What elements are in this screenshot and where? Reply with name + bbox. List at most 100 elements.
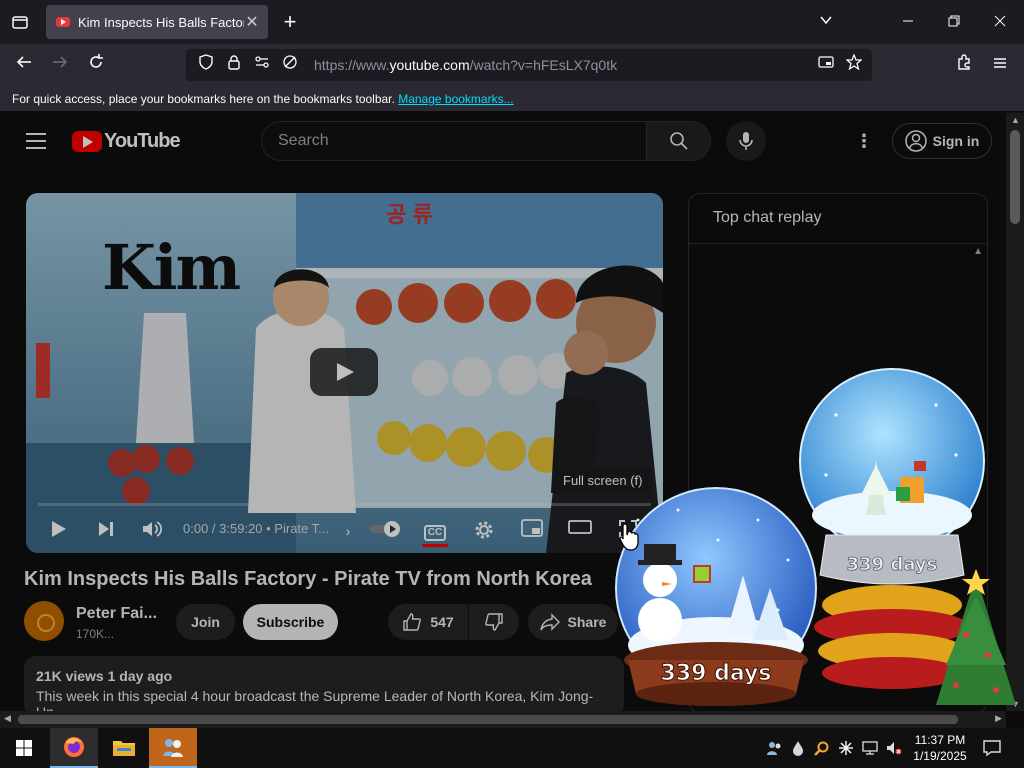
minimize-icon — [903, 20, 913, 22]
list-all-tabs-button[interactable] — [806, 6, 846, 38]
extensions-button[interactable] — [949, 50, 979, 80]
share-arrow-icon — [539, 613, 560, 631]
system-clock[interactable]: 11:37 PM 1/19/2025 — [908, 732, 972, 764]
manage-bookmarks-link[interactable]: Manage bookmarks... — [398, 92, 513, 106]
miniplayer-button[interactable] — [520, 519, 544, 543]
scroll-left-arrow-icon[interactable]: ◀ — [4, 713, 11, 724]
nav-bar: https://www.youtube.com/watch?v=hFEsLX7q… — [0, 44, 1024, 86]
channel-avatar[interactable] — [24, 601, 64, 641]
theater-mode-button[interactable] — [568, 519, 592, 543]
forward-button[interactable] — [45, 50, 75, 80]
subtitles-button[interactable]: CC — [422, 519, 448, 547]
progress-bar[interactable] — [38, 503, 651, 506]
permissions-icon[interactable] — [250, 53, 274, 77]
share-button[interactable]: Share — [528, 604, 618, 640]
app-menu-button[interactable] — [985, 50, 1015, 80]
taskbar-app[interactable] — [149, 728, 197, 768]
search-icon — [669, 132, 688, 150]
tray-network-icon[interactable] — [862, 740, 878, 756]
mute-button[interactable] — [140, 519, 164, 543]
video-overlay-title: Kim — [102, 231, 241, 304]
join-button[interactable]: Join — [176, 604, 235, 640]
settings-button[interactable] — [472, 519, 496, 543]
search-input[interactable] — [262, 122, 647, 160]
back-arrow-icon — [16, 56, 31, 68]
like-button[interactable]: 547 — [388, 604, 468, 640]
bookmarks-toolbar: For quick access, place your bookmarks h… — [0, 86, 1024, 112]
horizontal-scroll-thumb[interactable] — [18, 715, 958, 724]
tray-volume-muted-icon[interactable] — [886, 740, 902, 756]
forward-arrow-icon — [53, 56, 68, 68]
tray-people-icon[interactable] — [766, 740, 782, 756]
channel-name[interactable]: Peter Fai... — [76, 605, 157, 623]
tab-close-icon[interactable]: ✕ — [244, 12, 260, 32]
chapter-chevron-icon[interactable]: › — [336, 519, 360, 543]
autoplay-toggle[interactable] — [368, 519, 404, 543]
youtube-favicon-icon — [56, 17, 70, 27]
url-bar[interactable]: https://www.youtube.com/watch?v=hFEsLX7q… — [186, 49, 872, 81]
close-icon — [994, 15, 1006, 27]
action-center-button[interactable] — [983, 739, 1001, 757]
voice-search-button[interactable] — [726, 121, 766, 161]
back-button[interactable] — [9, 50, 39, 80]
video-title: Kim Inspects His Balls Factory - Pirate … — [24, 568, 592, 590]
tab-list-icon — [12, 16, 28, 29]
play-button[interactable] — [46, 519, 70, 543]
url-prefix: https://www. — [314, 57, 390, 73]
start-button[interactable] — [0, 728, 48, 768]
dislike-button[interactable] — [469, 604, 519, 640]
reload-icon — [90, 54, 103, 68]
lock-icon[interactable] — [222, 53, 246, 77]
folder-icon — [113, 741, 135, 756]
shield-icon[interactable] — [194, 53, 218, 77]
taskbar-firefox[interactable] — [50, 728, 98, 768]
sign-in-button[interactable]: Sign in — [892, 123, 992, 159]
scroll-up-arrow-icon[interactable]: ▲ — [1011, 115, 1020, 125]
bookmark-star-icon[interactable] — [842, 53, 866, 77]
tray-search-tool-icon[interactable] — [814, 740, 830, 756]
tray-snowflake-icon[interactable] — [838, 740, 854, 756]
video-player[interactable]: Kim 공 류 Full screen (f) 0:00 / 3:59:20 •… — [26, 193, 663, 553]
tab-list-button[interactable] — [6, 8, 34, 36]
subscribe-button[interactable]: Subscribe — [243, 604, 338, 640]
time-text: 0:00 / 3:59:20 — [183, 521, 263, 536]
minimize-button[interactable] — [888, 6, 928, 38]
new-tab-button[interactable]: + — [276, 8, 304, 36]
views-and-date: 21K views 1 day ago — [36, 668, 173, 684]
large-play-button[interactable] — [310, 348, 378, 396]
guide-menu-button[interactable] — [26, 133, 46, 149]
horizontal-scrollbar[interactable]: ◀ ▶ — [0, 711, 1006, 728]
scroll-right-arrow-icon[interactable]: ▶ — [995, 713, 1002, 724]
tray-water-drop-icon[interactable] — [790, 740, 806, 756]
more-options-button[interactable]: ⋮ — [852, 129, 876, 153]
search-button[interactable] — [646, 122, 710, 160]
youtube-logo[interactable]: YouTube — [72, 130, 181, 153]
url-text[interactable]: https://www.youtube.com/watch?v=hFEsLX7q… — [314, 57, 814, 73]
play-icon — [52, 521, 66, 537]
clock-time: 11:37 PM — [914, 733, 966, 747]
chat-scroll-up-icon[interactable]: ▲ — [973, 246, 983, 257]
taskbar-file-explorer[interactable] — [100, 728, 148, 768]
volume-icon — [143, 521, 163, 537]
closed-captions-icon: CC — [423, 525, 447, 541]
chat-header[interactable]: Top chat replay — [689, 194, 987, 244]
description-box[interactable]: 21K views 1 day ago This week in this sp… — [24, 656, 624, 711]
vertical-scroll-thumb[interactable] — [1010, 130, 1020, 224]
snow-globe-tree[interactable]: 339 days — [796, 365, 1024, 711]
time-display: 0:00 / 3:59:20 • Pirate T... — [183, 521, 329, 536]
autoplay-blocked-icon[interactable] — [278, 53, 302, 77]
reload-button[interactable] — [81, 50, 111, 80]
subscriber-count: 170K... — [76, 627, 115, 641]
close-window-button[interactable] — [980, 6, 1020, 38]
share-label: Share — [567, 614, 607, 630]
restore-button[interactable] — [934, 6, 974, 38]
clock-date: 1/19/2025 — [913, 749, 967, 763]
player-controls: 0:00 / 3:59:20 • Pirate T... › CC — [26, 511, 663, 551]
browser-tab-active[interactable]: Kim Inspects His Balls Factory - ✕ — [46, 5, 268, 39]
sign-in-label: Sign in — [932, 133, 980, 149]
next-button[interactable] — [94, 519, 118, 543]
reader-view-icon[interactable] — [814, 53, 838, 77]
youtube-play-logo-icon — [72, 131, 102, 152]
chapter-title[interactable]: • Pirate T... — [266, 521, 329, 536]
snow-globe-snowman[interactable]: 339 days — [608, 480, 828, 712]
